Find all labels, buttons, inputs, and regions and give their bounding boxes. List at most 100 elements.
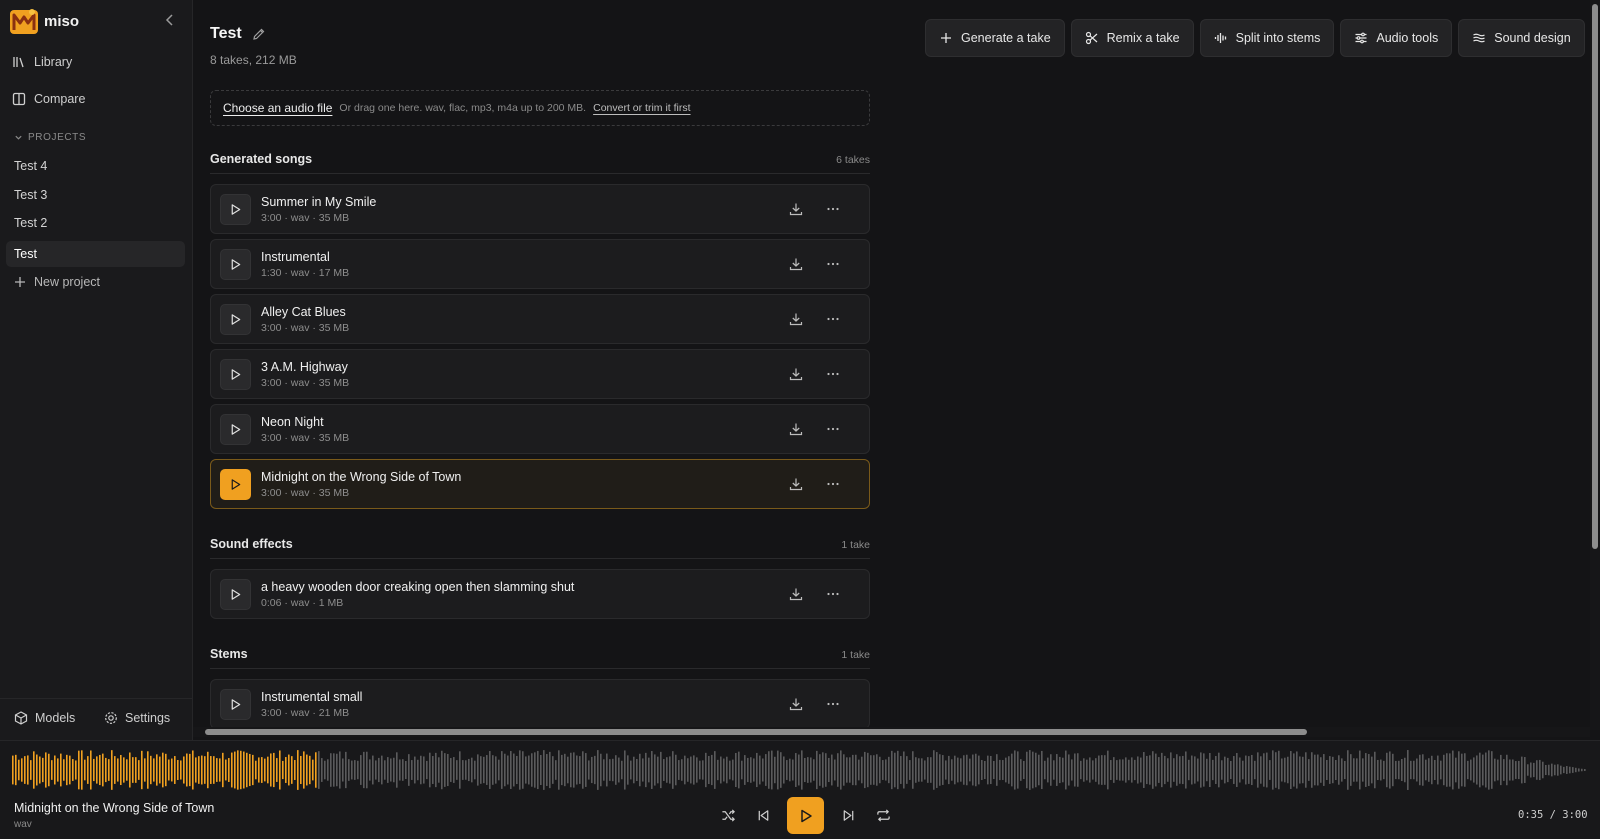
waveform-bar	[978, 755, 980, 785]
waveform-bar	[99, 754, 101, 786]
download-icon[interactable]	[789, 587, 803, 601]
waveform-bar	[93, 758, 95, 782]
play-button[interactable]	[220, 194, 251, 225]
audio-tools-button[interactable]: Audio tools	[1340, 19, 1453, 57]
upload-dropzone[interactable]: Choose an audio file Or drag one here. w…	[210, 90, 870, 126]
brand[interactable]: miso	[10, 8, 79, 34]
scrollbar-thumb[interactable]	[1592, 4, 1598, 549]
waveform-bar	[60, 753, 62, 787]
remix-take-button[interactable]: Remix a take	[1070, 19, 1194, 57]
horizontal-scrollbar[interactable]	[193, 727, 1590, 737]
more-options-icon[interactable]	[826, 312, 840, 326]
play-button[interactable]	[220, 469, 251, 500]
more-options-icon[interactable]	[826, 202, 840, 216]
previous-button[interactable]	[752, 805, 774, 827]
nav-library[interactable]: Library	[12, 55, 72, 69]
project-item[interactable]: Test 2	[6, 210, 185, 236]
waveform-bar	[459, 751, 461, 789]
waveform-bar	[840, 750, 842, 790]
waveform-seekbar[interactable]	[12, 748, 1588, 792]
waveform-bar	[597, 750, 599, 790]
waveform-bar	[1509, 759, 1511, 781]
settings-button[interactable]: Settings	[104, 711, 170, 725]
waveform-bar	[45, 752, 47, 788]
waveform-bar	[939, 754, 941, 786]
play-button[interactable]	[220, 304, 251, 335]
download-icon[interactable]	[789, 202, 803, 216]
play-button[interactable]	[220, 579, 251, 610]
download-icon[interactable]	[789, 312, 803, 326]
waveform-bar	[1239, 757, 1241, 783]
waveform-bar	[84, 759, 86, 781]
track-row[interactable]: 3 A.M. Highway 3:00 · wav · 35 MB	[210, 349, 870, 399]
more-options-icon[interactable]	[826, 422, 840, 436]
track-row[interactable]: Neon Night 3:00 · wav · 35 MB	[210, 404, 870, 454]
project-item-active[interactable]: Test	[6, 241, 185, 267]
track-row[interactable]: Summer in My Smile 3:00 · wav · 35 MB	[210, 184, 870, 234]
sound-design-button[interactable]: Sound design	[1458, 19, 1585, 57]
waveform-bar	[1245, 755, 1247, 785]
app-name: miso	[44, 12, 80, 30]
play-button[interactable]	[220, 689, 251, 720]
project-item[interactable]: Test 4	[6, 153, 185, 179]
waveform-bar	[750, 757, 752, 783]
waveform-bar	[1266, 752, 1268, 788]
waveform-bar	[219, 758, 221, 782]
waveform-bar	[69, 755, 71, 785]
download-icon[interactable]	[789, 367, 803, 381]
waveform-bar	[363, 751, 365, 789]
new-project-button[interactable]: New project	[14, 275, 100, 289]
repeat-button[interactable]	[872, 805, 894, 827]
vertical-scrollbar[interactable]	[1590, 0, 1600, 730]
more-options-icon[interactable]	[826, 477, 840, 491]
main-play-button[interactable]	[787, 797, 824, 834]
shuffle-button[interactable]	[717, 805, 739, 827]
waveform-bar	[63, 759, 65, 781]
more-options-icon[interactable]	[826, 697, 840, 711]
collapse-sidebar-icon[interactable]	[162, 12, 178, 28]
track-row[interactable]: Instrumental 1:30 · wav · 17 MB	[210, 239, 870, 289]
waveform-bar	[672, 751, 674, 789]
play-button[interactable]	[220, 249, 251, 280]
project-item[interactable]: Test 3	[6, 182, 185, 208]
waveform-bar	[1446, 753, 1448, 787]
download-icon[interactable]	[789, 257, 803, 271]
convert-link[interactable]: Convert or trim it first	[593, 102, 690, 114]
waveform-bar	[1275, 752, 1277, 788]
waveform-bar	[825, 753, 827, 787]
waveform-bar	[981, 759, 983, 781]
more-options-icon[interactable]	[826, 367, 840, 381]
waveform-bar	[489, 751, 491, 789]
waveform-bar	[1383, 760, 1385, 780]
track-row-playing[interactable]: Midnight on the Wrong Side of Town 3:00 …	[210, 459, 870, 509]
models-button[interactable]: Models	[14, 711, 75, 725]
waveform-bar	[1380, 759, 1382, 781]
waveform-bar	[1137, 756, 1139, 784]
split-stems-button[interactable]: Split into stems	[1199, 19, 1335, 57]
waveform-bar	[1515, 761, 1517, 779]
pencil-icon[interactable]	[252, 27, 266, 41]
download-icon[interactable]	[789, 697, 803, 711]
play-button[interactable]	[220, 359, 251, 390]
waveform-bar	[834, 759, 836, 781]
more-options-icon[interactable]	[826, 257, 840, 271]
choose-file-link[interactable]: Choose an audio file	[223, 101, 332, 115]
track-row[interactable]: a heavy wooden door creaking open then s…	[210, 569, 870, 619]
play-icon	[231, 369, 241, 380]
waveform-bar	[957, 757, 959, 783]
download-icon[interactable]	[789, 422, 803, 436]
generate-take-button[interactable]: Generate a take	[925, 19, 1065, 57]
skip-back-icon	[758, 810, 768, 821]
waveform-bar	[1056, 754, 1058, 786]
waveform-bar	[1548, 764, 1550, 776]
download-icon[interactable]	[789, 477, 803, 491]
more-options-icon[interactable]	[826, 587, 840, 601]
track-row[interactable]: Alley Cat Blues 3:00 · wav · 35 MB	[210, 294, 870, 344]
projects-toggle[interactable]: PROJECTS	[14, 132, 86, 143]
nav-compare[interactable]: Compare	[12, 92, 85, 106]
track-row[interactable]: Instrumental small 3:00 · wav · 21 MB	[210, 679, 870, 727]
next-button[interactable]	[837, 805, 859, 827]
scrollbar-thumb[interactable]	[205, 729, 1307, 735]
play-button[interactable]	[220, 414, 251, 445]
play-icon	[231, 314, 241, 325]
